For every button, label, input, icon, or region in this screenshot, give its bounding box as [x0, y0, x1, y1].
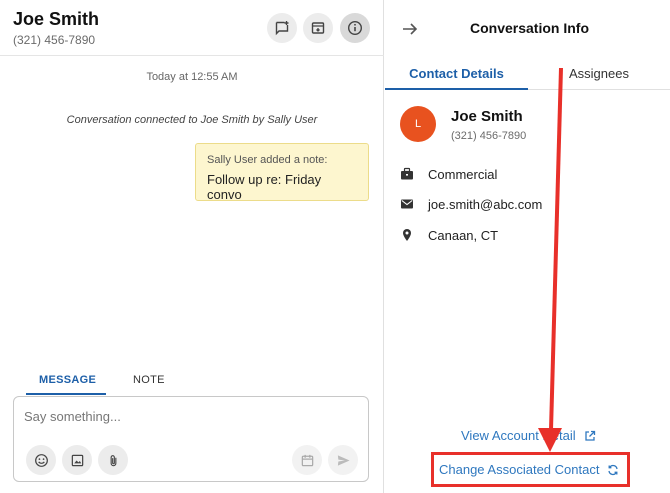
info-button[interactable] [340, 13, 370, 43]
detail-email: joe.smith@abc.com [400, 195, 542, 213]
archive-button[interactable] [303, 13, 333, 43]
view-account-detail-link[interactable]: View Account Detail [461, 428, 596, 443]
note-add-icon [275, 21, 289, 36]
email-icon [401, 199, 413, 209]
system-message: Conversation connected to Joe Smith by S… [66, 114, 318, 126]
detail-location-value: Canaan, CT [428, 227, 499, 243]
detail-type-value: Commercial [428, 166, 498, 182]
tab-message[interactable]: MESSAGE [26, 372, 106, 395]
avatar: L [400, 106, 436, 142]
info-icon [347, 20, 363, 36]
image-icon [71, 454, 83, 466]
send-icon [337, 454, 350, 466]
change-associated-contact-label: Change Associated Contact [439, 462, 600, 477]
detail-location: Canaan, CT [400, 226, 498, 244]
sync-icon [608, 464, 619, 475]
attach-button[interactable] [98, 445, 128, 475]
tab-contact-details[interactable]: Contact Details [385, 66, 528, 90]
tab-note[interactable]: NOTE [133, 372, 165, 393]
emoji-icon [34, 453, 48, 467]
contact-phone: (321) 456-7890 [13, 33, 96, 47]
paperclip-icon [110, 454, 116, 466]
message-input[interactable] [24, 409, 344, 424]
conversation-info-panel: Conversation Info Contact Details Assign… [385, 0, 670, 493]
arrow-right-icon[interactable] [401, 20, 419, 38]
detail-type: Commercial [400, 165, 497, 183]
view-account-detail-label: View Account Detail [461, 428, 576, 443]
change-associated-contact-button[interactable]: Change Associated Contact [431, 452, 630, 487]
message-timestamp: Today at 12:55 AM [146, 71, 238, 83]
image-button[interactable] [62, 445, 92, 475]
archive-icon [311, 22, 325, 34]
note-author: Sally User added a note: [207, 154, 328, 166]
add-note-button[interactable] [267, 13, 297, 43]
info-tabs: Contact Details Assignees [385, 56, 670, 90]
location-pin-icon [403, 229, 411, 241]
briefcase-icon [401, 167, 413, 180]
message-composer [13, 396, 369, 482]
calendar-icon [301, 454, 313, 466]
conversation-pane: Joe Smith (321) 456-7890 Today at 12:55 … [0, 0, 384, 493]
note-bubble: Sally User added a note: Follow up re: F… [195, 143, 369, 202]
external-link-icon [585, 430, 595, 441]
info-contact-name: Joe Smith [451, 108, 523, 125]
contact-name: Joe Smith [13, 9, 100, 29]
info-contact-phone: (321) 456-7890 [451, 130, 527, 142]
emoji-button[interactable] [26, 445, 56, 475]
note-text: Follow up re: Friday convo [207, 172, 322, 202]
tab-assignees[interactable]: Assignees [569, 66, 629, 81]
schedule-button[interactable] [292, 445, 322, 475]
detail-email-value: joe.smith@abc.com [428, 196, 543, 212]
send-button[interactable] [328, 445, 358, 475]
panel-title: Conversation Info [470, 20, 590, 36]
conversation-header: Joe Smith (321) 456-7890 [0, 0, 384, 56]
